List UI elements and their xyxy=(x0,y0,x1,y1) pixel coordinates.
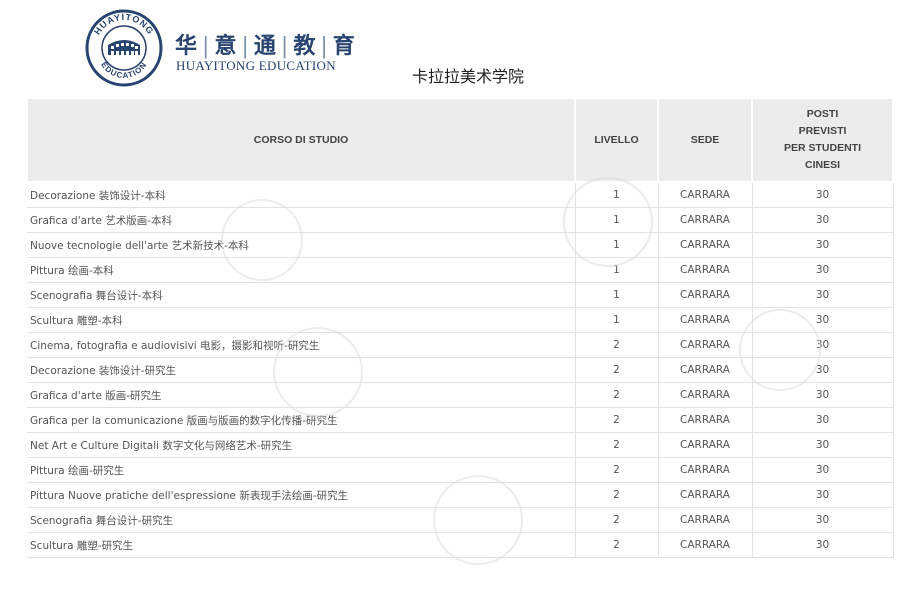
brand-name-en: HUAYITONG EDUCATION xyxy=(176,58,336,73)
cell-seat: CARRARA xyxy=(657,257,753,283)
brand-char: 通 xyxy=(253,33,277,59)
cell-course: Pittura 绘画-本科 xyxy=(27,257,576,283)
courses-table-container: CORSO DI STUDIO LIVELLO SEDE POSTI PREVI… xyxy=(26,97,894,558)
cell-posti: 30 xyxy=(751,181,894,208)
table-row: Grafica d'arte 版画-研究生 2 CARRARA 30 xyxy=(27,382,894,408)
cell-level: 2 xyxy=(574,482,659,508)
cell-course: Scultura 雕塑-本科 xyxy=(27,307,576,333)
brand-char: 教 xyxy=(293,33,317,59)
cell-level: 1 xyxy=(574,232,659,258)
column-header-course: CORSO DI STUDIO xyxy=(26,97,576,183)
cell-level: 1 xyxy=(574,307,659,333)
header: HUAYITONG EDUCATION 华 | 意 | 通 | 教 | 育 HUAYITONG … xyxy=(0,0,918,96)
table-row: Grafica d'arte 艺术版画-本科 1 CARRARA 30 xyxy=(27,207,894,233)
cell-level: 1 xyxy=(574,282,659,308)
table-row: Pittura Nuove pratiche dell'espressione … xyxy=(27,482,894,508)
brand-char: 华 xyxy=(175,33,199,59)
cell-level: 1 xyxy=(574,207,659,233)
brand-char: 育 xyxy=(332,33,356,59)
table-row: Scenografia 舞台设计-研究生 2 CARRARA 30 xyxy=(27,507,894,533)
cell-posti: 30 xyxy=(751,457,894,483)
table-row: Decorazione 装饰设计-研究生 2 CARRARA 30 xyxy=(27,357,894,383)
table-row: Cinema, fotografia e audiovisivi 电影，摄影和视… xyxy=(27,332,894,358)
table-row: Scenografia 舞台设计-本科 1 CARRARA 30 xyxy=(27,282,894,308)
cell-course: Grafica per la comunicazione 版画与版画的数字化传播… xyxy=(27,407,576,433)
cell-posti: 30 xyxy=(751,232,894,258)
table-row: Net Art e Culture Digitali 数字文化与网络艺术-研究生… xyxy=(27,432,894,458)
cell-level: 2 xyxy=(574,407,659,433)
cell-course: Grafica d'arte 艺术版画-本科 xyxy=(27,207,576,233)
cell-seat: CARRARA xyxy=(657,507,753,533)
cell-course: Scenografia 舞台设计-本科 xyxy=(27,282,576,308)
brand-char: 意 xyxy=(214,33,238,59)
cell-level: 2 xyxy=(574,357,659,383)
cell-course: Scultura 雕塑-研究生 xyxy=(27,532,576,558)
cell-course: Pittura Nuove pratiche dell'espressione … xyxy=(27,482,576,508)
cell-level: 2 xyxy=(574,507,659,533)
table-header-row: CORSO DI STUDIO LIVELLO SEDE POSTI PREVI… xyxy=(26,97,894,183)
table-row: Pittura 绘画-本科 1 CARRARA 30 xyxy=(27,257,894,283)
cell-posti: 30 xyxy=(751,432,894,458)
cell-course: Scenografia 舞台设计-研究生 xyxy=(27,507,576,533)
cell-level: 2 xyxy=(574,532,659,558)
cell-seat: CARRARA xyxy=(657,332,753,358)
cell-seat: CARRARA xyxy=(657,181,753,208)
courses-table: CORSO DI STUDIO LIVELLO SEDE POSTI PREVI… xyxy=(26,97,894,558)
cell-course: Cinema, fotografia e audiovisivi 电影，摄影和视… xyxy=(27,332,576,358)
cell-posti: 30 xyxy=(751,507,894,533)
cell-course: Pittura 绘画-研究生 xyxy=(27,457,576,483)
cell-seat: CARRARA xyxy=(657,357,753,383)
cell-level: 1 xyxy=(574,257,659,283)
cell-seat: CARRARA xyxy=(657,282,753,308)
cell-posti: 30 xyxy=(751,282,894,308)
cell-posti: 30 xyxy=(751,307,894,333)
cell-course: Decorazione 装饰设计-研究生 xyxy=(27,357,576,383)
cell-seat: CARRARA xyxy=(657,307,753,333)
cell-course: Grafica d'arte 版画-研究生 xyxy=(27,382,576,408)
table-row: Decorazione 装饰设计-本科 1 CARRARA 30 xyxy=(27,181,894,208)
cell-posti: 30 xyxy=(751,532,894,558)
cell-level: 2 xyxy=(574,457,659,483)
cell-seat: CARRARA xyxy=(657,382,753,408)
cell-seat: CARRARA xyxy=(657,207,753,233)
brand-name-cn: 华 | 意 | 通 | 教 | 育 xyxy=(175,33,356,59)
cell-posti: 30 xyxy=(751,332,894,358)
table-body: Decorazione 装饰设计-本科 1 CARRARA 30 Grafica d'a… xyxy=(27,181,894,558)
cell-seat: CARRARA xyxy=(657,457,753,483)
column-header-posti: POSTI PREVISTI PER STUDENTI CINESI xyxy=(751,97,894,183)
cell-level: 1 xyxy=(574,181,659,208)
cell-posti: 30 xyxy=(751,207,894,233)
cell-seat: CARRARA xyxy=(657,432,753,458)
cell-seat: CARRARA xyxy=(657,482,753,508)
cell-posti: 30 xyxy=(751,382,894,408)
table-row: Pittura 绘画-研究生 2 CARRARA 30 xyxy=(27,457,894,483)
cell-level: 2 xyxy=(574,332,659,358)
logo-seal: HUAYITONG EDUCATION xyxy=(85,9,163,87)
cell-posti: 30 xyxy=(751,482,894,508)
column-header-level: LIVELLO xyxy=(574,97,659,183)
cell-posti: 30 xyxy=(751,357,894,383)
table-row: Grafica per la comunicazione 版画与版画的数字化传播… xyxy=(27,407,894,433)
table-row: Nuove tecnologie dell'arte 艺术新技术-本科 1 CARR… xyxy=(27,232,894,258)
cell-seat: CARRARA xyxy=(657,532,753,558)
table-row: Scultura 雕塑-研究生 2 CARRARA 30 xyxy=(27,532,894,558)
cell-course: Decorazione 装饰设计-本科 xyxy=(27,181,576,208)
cell-seat: CARRARA xyxy=(657,407,753,433)
column-header-seat: SEDE xyxy=(657,97,753,183)
cell-course: Nuove tecnologie dell'arte 艺术新技术-本科 xyxy=(27,232,576,258)
cell-level: 2 xyxy=(574,432,659,458)
school-name: 卡拉拉美术学院 xyxy=(412,67,525,86)
cell-course: Net Art e Culture Digitali 数字文化与网络艺术-研究生 xyxy=(27,432,576,458)
cell-posti: 30 xyxy=(751,257,894,283)
table-row: Scultura 雕塑-本科 1 CARRARA 30 xyxy=(27,307,894,333)
cell-seat: CARRARA xyxy=(657,232,753,258)
cell-level: 2 xyxy=(574,382,659,408)
cell-posti: 30 xyxy=(751,407,894,433)
